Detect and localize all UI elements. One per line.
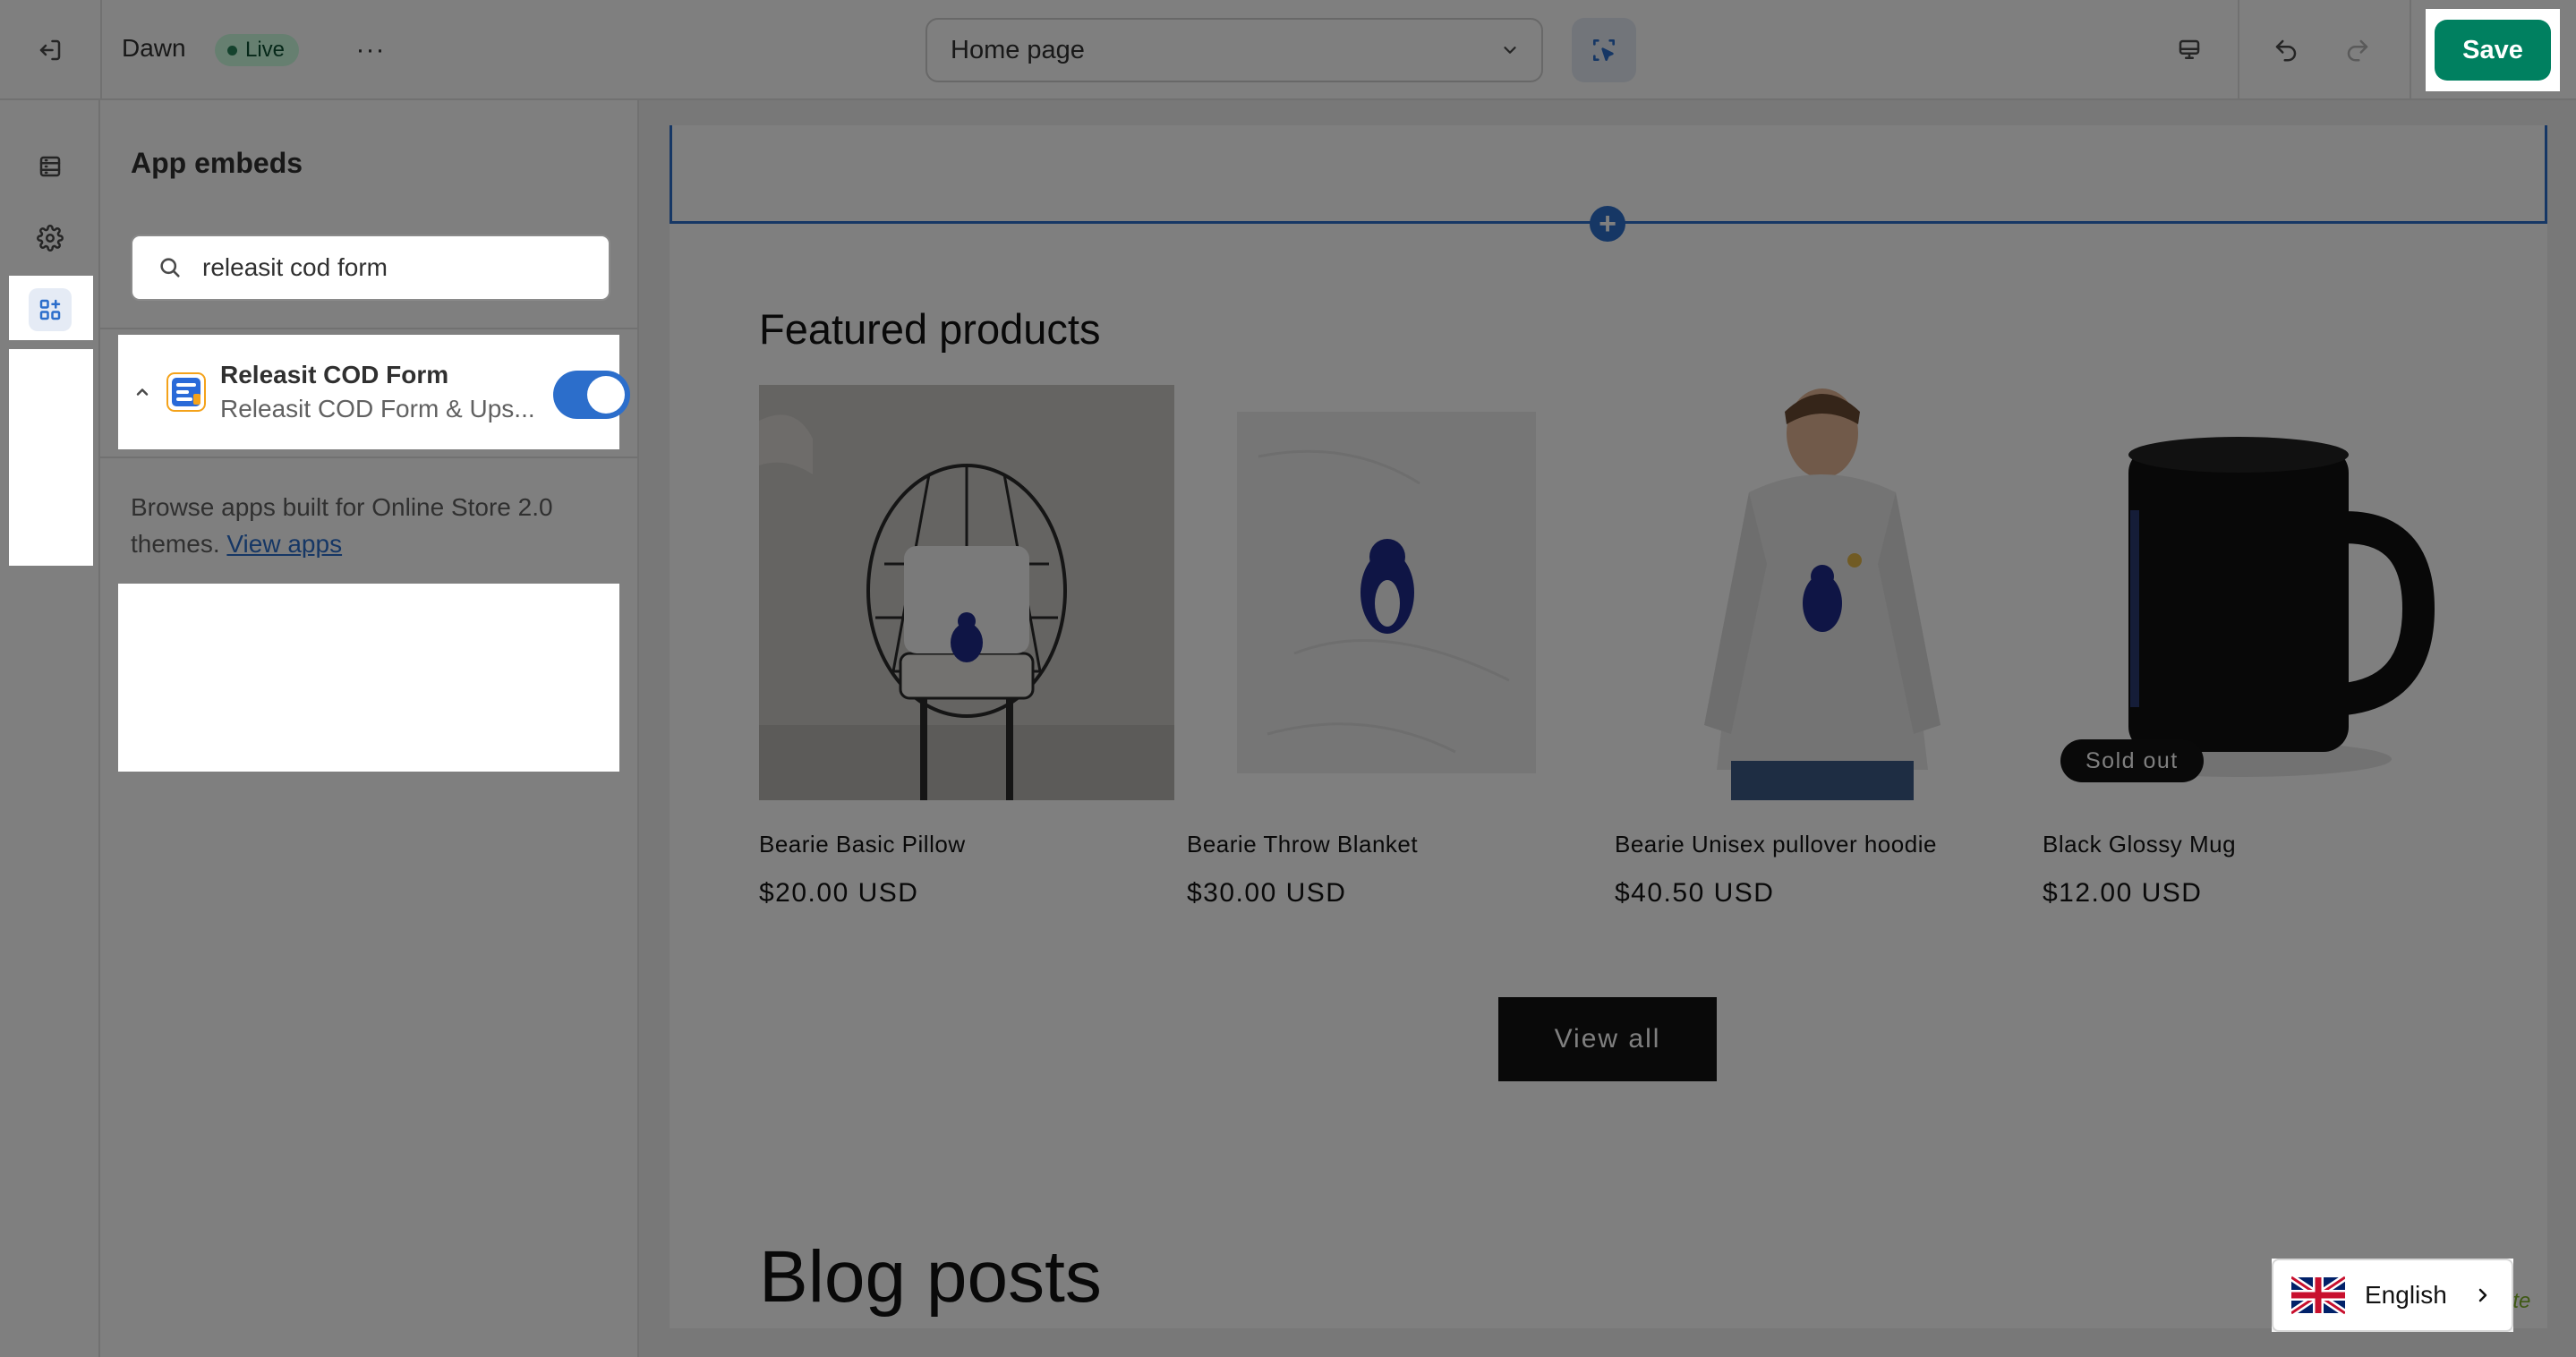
dim-overlay (2560, 0, 2576, 100)
chevron-right-icon (2478, 1288, 2487, 1302)
dim-overlay (9, 340, 93, 349)
dim-overlay (0, 0, 2426, 100)
dim-overlay (0, 276, 9, 340)
search-field[interactable] (131, 235, 610, 301)
app-embeds-icon (39, 299, 61, 320)
language-label: English (2365, 1281, 2447, 1309)
app-embed-subtitle: Releasit COD Form & Ups... (220, 395, 535, 422)
dim-overlay (2426, 0, 2560, 9)
save-button[interactable]: Save (2435, 20, 2551, 81)
dim-overlay (2426, 91, 2560, 100)
chevron-up-icon (136, 388, 149, 396)
uk-flag-icon (2291, 1276, 2345, 1315)
dim-overlay (0, 575, 2576, 584)
dim-overlay (0, 772, 2576, 1357)
language-selector[interactable]: English (2272, 1259, 2513, 1332)
app-embeds-button[interactable] (29, 288, 72, 331)
dim-overlay (0, 340, 9, 575)
dim-overlay (0, 584, 118, 772)
collapse-button[interactable] (129, 379, 156, 405)
search-input[interactable] (200, 252, 576, 283)
app-embed-title: Releasit COD Form (220, 361, 449, 388)
releasit-app-logo-icon (166, 372, 206, 412)
app-embed-toggle[interactable] (553, 371, 630, 419)
dim-overlay (9, 566, 93, 575)
app-embed-item: Releasit COD Form Releasit COD Form & Up… (118, 335, 630, 449)
dim-overlay (619, 584, 2576, 772)
toggle-knob (587, 376, 625, 414)
search-icon (160, 258, 180, 277)
